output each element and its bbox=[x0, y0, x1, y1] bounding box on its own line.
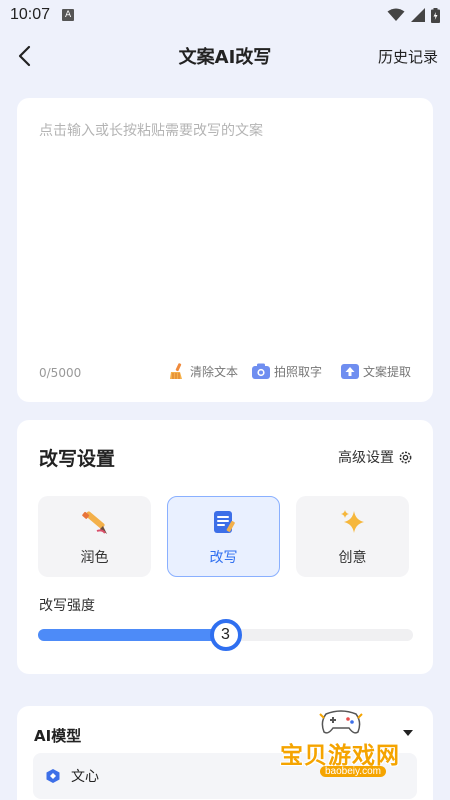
extract-text-button[interactable]: 文案提取 bbox=[341, 362, 411, 380]
strength-label: 改写强度 bbox=[39, 598, 95, 614]
upload-icon bbox=[341, 362, 359, 380]
settings-title: 改写设置 bbox=[39, 448, 116, 470]
mode-creative[interactable]: 创意 bbox=[296, 496, 409, 577]
clear-text-label: 清除文本 bbox=[190, 364, 239, 379]
wifi-icon bbox=[387, 8, 405, 21]
app-header: 文案AI改写 历史记录 bbox=[0, 36, 450, 76]
advanced-settings-label: 高级设置 bbox=[338, 450, 394, 466]
status-bar: 10:07 A bbox=[0, 0, 450, 30]
strength-slider-fill bbox=[38, 629, 226, 641]
sparkle-icon bbox=[338, 507, 368, 537]
mode-creative-label: 创意 bbox=[338, 549, 367, 566]
document-edit-icon bbox=[209, 507, 239, 537]
input-card bbox=[17, 98, 433, 402]
ai-model-title: AI模型 bbox=[34, 727, 82, 745]
back-button[interactable] bbox=[10, 42, 38, 70]
pen-brush-icon bbox=[80, 507, 110, 537]
char-counter: 0/5000 bbox=[39, 366, 82, 380]
status-icons bbox=[387, 7, 440, 23]
rewrite-settings-card: 改写设置 高级设置 润色 改写 创意 改写强度 3 bbox=[17, 420, 433, 674]
clear-text-button[interactable]: 清除文本 bbox=[168, 362, 238, 380]
strength-slider[interactable]: 3 bbox=[38, 619, 413, 651]
mode-polish-label: 润色 bbox=[80, 549, 109, 566]
broom-icon bbox=[168, 362, 186, 380]
camera-icon bbox=[252, 362, 270, 380]
photo-ocr-label: 拍照取字 bbox=[274, 364, 323, 379]
photo-ocr-button[interactable]: 拍照取字 bbox=[252, 362, 322, 380]
ai-model-select[interactable]: 文心 bbox=[33, 753, 417, 799]
chevron-left-icon bbox=[18, 45, 31, 67]
dropdown-caret-icon[interactable] bbox=[403, 730, 413, 736]
status-time: 10:07 bbox=[10, 6, 51, 23]
mode-rewrite-label: 改写 bbox=[209, 549, 238, 566]
extract-text-label: 文案提取 bbox=[363, 364, 412, 379]
battery-icon bbox=[431, 7, 440, 23]
text-input[interactable] bbox=[39, 120, 411, 340]
advanced-settings-button[interactable]: 高级设置 bbox=[338, 447, 413, 467]
mode-polish[interactable]: 润色 bbox=[38, 496, 151, 577]
strength-slider-thumb[interactable]: 3 bbox=[209, 619, 242, 651]
ai-model-card: AI模型 文心 bbox=[17, 706, 433, 800]
gear-icon bbox=[399, 451, 412, 463]
mode-rewrite[interactable]: 改写 bbox=[167, 496, 280, 577]
history-button[interactable]: 历史记录 bbox=[378, 46, 438, 67]
ai-model-selected: 文心 bbox=[71, 769, 99, 785]
notification-icon: A bbox=[62, 9, 75, 21]
wenxin-logo-icon bbox=[46, 769, 60, 783]
signal-icon bbox=[411, 8, 425, 22]
